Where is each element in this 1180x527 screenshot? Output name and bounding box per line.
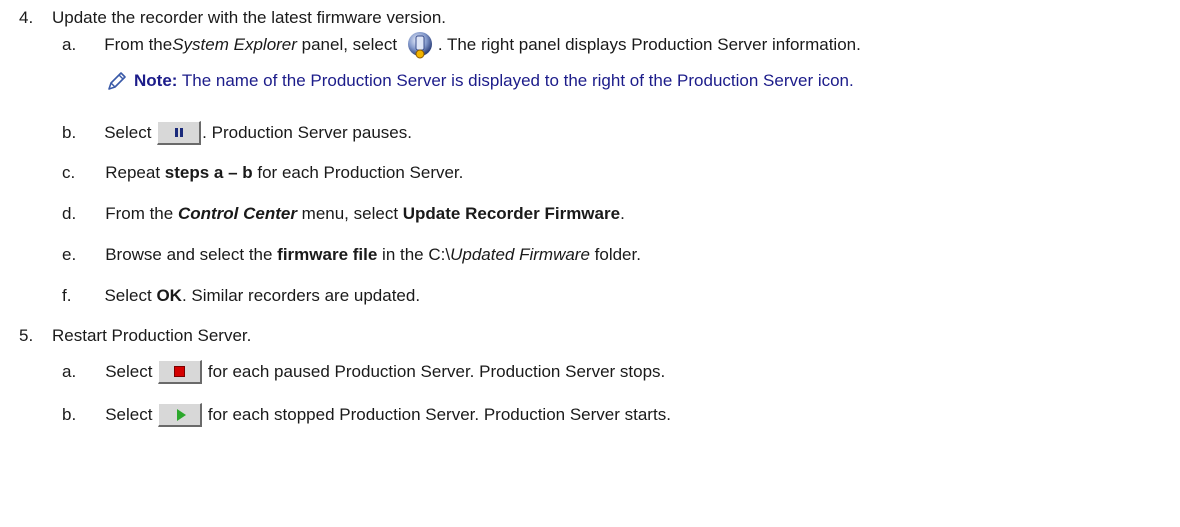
step-range: steps a – b <box>164 163 253 182</box>
step-text: Restart Production Server. <box>52 326 252 345</box>
pencil-note-icon <box>108 72 126 90</box>
step-4b: b. Select . Production Server pauses. <box>62 118 412 148</box>
step-text-3: in the C:\ <box>377 245 451 264</box>
step-letter: a. <box>62 362 77 381</box>
step-text-3: . Similar recorders are updated. <box>181 286 421 305</box>
step-text-2: . Production Server pauses. <box>202 123 412 142</box>
note-label: Note: <box>134 71 178 90</box>
step-text-2: for each stopped Production Server. Prod… <box>203 405 671 424</box>
step-text-3: for each Production Server. <box>252 163 464 182</box>
step-text: Update the recorder with the latest firm… <box>52 8 447 27</box>
step-letter: d. <box>62 204 77 223</box>
step-text-1: Select <box>105 405 158 424</box>
note: Note: The name of the Production Server … <box>106 70 854 92</box>
step-text-1: From the <box>104 35 173 54</box>
step-letter: e. <box>62 245 77 264</box>
step-letter: a. <box>62 35 77 54</box>
step-text-4: . The right panel displays Production Se… <box>437 35 861 54</box>
step-5b: b. Select for each stopped Production Se… <box>62 400 671 430</box>
step-text-1: Select <box>105 362 158 381</box>
step-4: 4. Update the recorder with the latest f… <box>19 8 446 28</box>
step-text-5: folder. <box>589 245 641 264</box>
step-text-1: From the <box>105 204 178 223</box>
panel-name: System Explorer <box>172 35 297 54</box>
ok-label: OK <box>156 286 182 305</box>
step-5: 5. Restart Production Server. <box>19 326 251 346</box>
step-letter: f. <box>62 286 72 305</box>
production-server-icon <box>407 32 432 59</box>
start-button-icon <box>158 403 203 427</box>
step-text-3: panel, select <box>296 35 402 54</box>
step-4e: e. Browse and select the firmware file i… <box>62 245 641 265</box>
step-4d: d. From the Control Center menu, select … <box>62 204 625 224</box>
menu-item: Update Recorder Firmware <box>402 204 621 223</box>
step-text-3: menu, select <box>296 204 403 223</box>
step-letter: b. <box>62 123 77 142</box>
step-5a: a. Select for each paused Production Ser… <box>62 357 665 387</box>
step-number: 5. <box>19 326 34 345</box>
step-letter: c. <box>62 163 76 182</box>
pause-button-icon <box>157 121 202 145</box>
step-text-5: . <box>620 204 625 223</box>
step-4f: f. Select OK . Similar recorders are upd… <box>62 286 420 306</box>
step-text-1: Select <box>104 286 157 305</box>
step-text-1: Repeat <box>105 163 165 182</box>
step-text-1: Browse and select the <box>105 245 278 264</box>
file-name: firmware file <box>277 245 378 264</box>
step-4c: c. Repeat steps a – b for each Productio… <box>62 163 463 183</box>
note-text: The name of the Production Server is dis… <box>177 71 854 90</box>
menu-name: Control Center <box>177 204 297 223</box>
step-text-1: Select <box>104 123 157 142</box>
step-4a: a. From the System Explorer panel, selec… <box>62 28 861 62</box>
step-letter: b. <box>62 405 77 424</box>
step-text-2: for each paused Production Server. Produ… <box>203 362 666 381</box>
stop-button-icon <box>158 360 203 384</box>
folder-name: Updated Firmware <box>450 245 590 264</box>
step-number: 4. <box>19 8 34 27</box>
